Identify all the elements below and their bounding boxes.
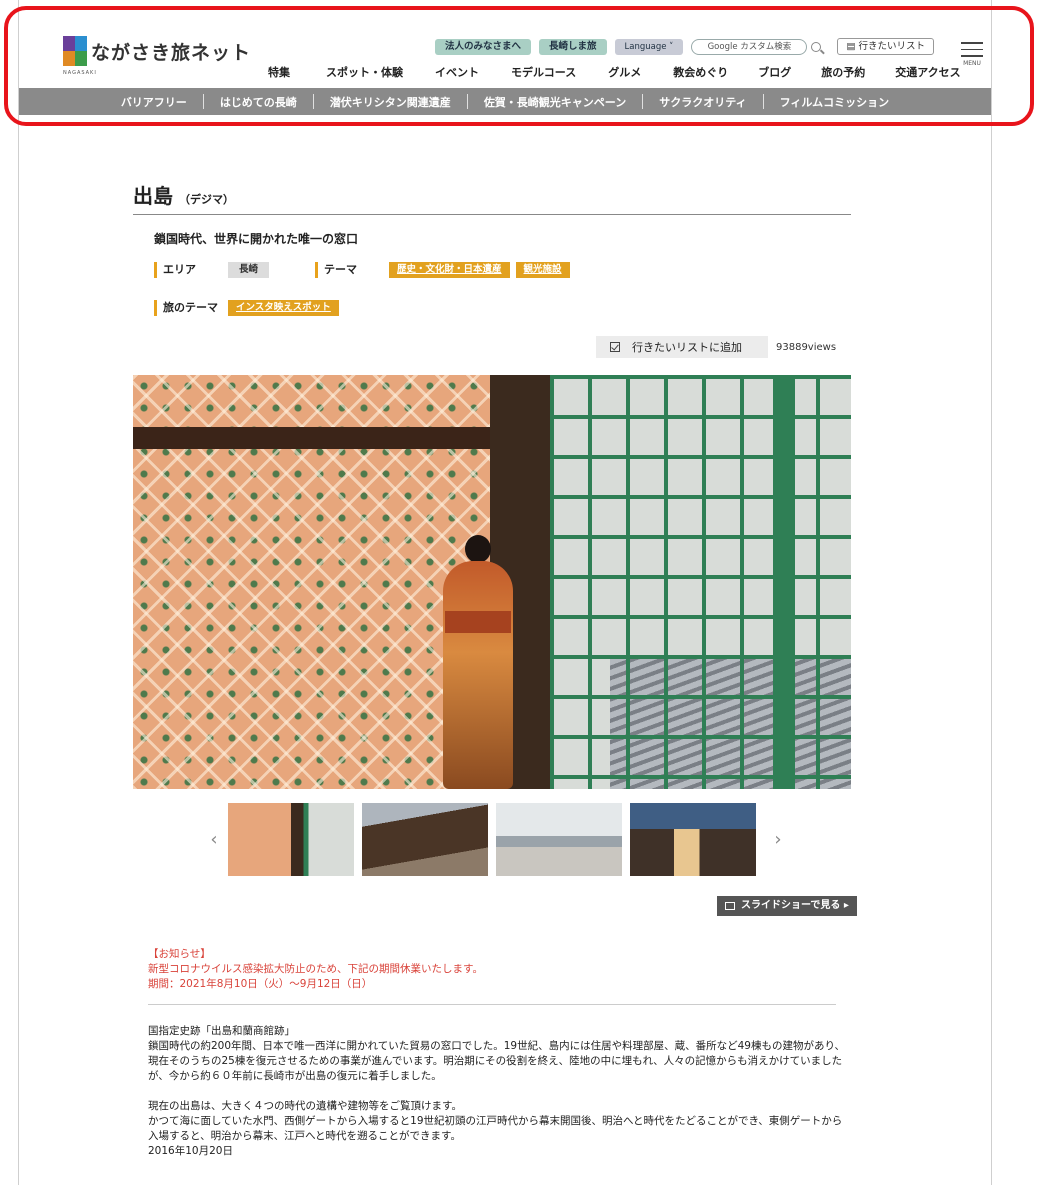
subnav-barrier-free[interactable]: バリアフリー (105, 94, 203, 110)
spot-actions: 行きたいリストに追加 93889views (596, 336, 836, 358)
nav-model-course[interactable]: モデルコース (511, 64, 576, 80)
spot-reading: （デジマ） (179, 193, 234, 206)
desc-p2-text: かつて海に面していた水門、西側ゲートから入場すると19世紀初頭の江戸時代から幕末… (148, 1115, 843, 1142)
desc-p1-title: 国指定史跡「出島和蘭商館跡」 (148, 1025, 295, 1037)
island-trip-link[interactable]: 長崎しま旅 (539, 38, 607, 55)
search-icon[interactable] (811, 41, 822, 52)
subnav-first-nagasaki[interactable]: はじめての長崎 (204, 94, 313, 110)
desc-p2-title: 現在の出島は、大きく４つの時代の遺構や建物等をご覧頂けます。 (148, 1100, 462, 1112)
notice-line1: 新型コロナウイルス感染拡大防止のため、下記の期間休業いたします。 (148, 963, 483, 975)
notice-divider (148, 1004, 836, 1005)
nav-blog[interactable]: ブログ (758, 64, 791, 80)
language-select[interactable]: Language ˅ (614, 38, 684, 55)
theme-tag-history[interactable]: 歴史・文化財・日本遺産 (389, 262, 510, 278)
kimono-woman (433, 535, 523, 789)
thumbnail-strip: ‹ › (200, 803, 792, 876)
nav-events[interactable]: イベント (435, 64, 479, 80)
theme-label: テーマ (315, 262, 357, 278)
desc-date: 2016年10月20日 (148, 1145, 233, 1157)
menu-button[interactable]: MENU (959, 42, 985, 67)
nav-spots[interactable]: スポット・体験 (326, 64, 403, 80)
title-divider (133, 214, 851, 215)
nav-feature[interactable]: 特集 (268, 64, 290, 80)
view-count: 93889views (776, 341, 837, 353)
nav-gourmet[interactable]: グルメ (608, 64, 641, 80)
subnav-hidden-christian[interactable]: 潜伏キリシタン関連遺産 (314, 94, 467, 110)
thumbnail-3[interactable] (496, 803, 622, 876)
add-to-list-button[interactable]: 行きたいリストに追加 (596, 336, 768, 358)
main-nav: 特集 スポット・体験 イベント モデルコース グルメ 教会めぐり ブログ 旅の予… (268, 64, 961, 80)
chevron-right-icon[interactable]: › (764, 829, 792, 850)
notice-heading: 【お知らせ】 (148, 948, 211, 960)
logo-text: ながさき旅ネット (91, 41, 252, 64)
logo-sub: NAGASAKI (63, 70, 97, 76)
subnav-campaign[interactable]: 佐賀・長崎観光キャンペーン (468, 94, 642, 110)
checkbox-icon (610, 342, 620, 352)
site-logo[interactable]: ながさき旅ネット NAGASAKI (63, 36, 252, 76)
thumbnail-1[interactable] (228, 803, 354, 876)
thumbnail-2[interactable] (362, 803, 488, 876)
page-title: 出島 （デジマ） (133, 180, 234, 209)
spot-lead: 鎖国時代、世界に開かれた唯一の窓口 (154, 232, 359, 246)
hamburger-icon (961, 42, 983, 44)
meta-row-trip-theme: 旅のテーマ インスタ映えスポット (154, 300, 339, 316)
screen-icon (725, 902, 735, 910)
add-to-list-label: 行きたいリストに追加 (632, 341, 742, 354)
subnav-sakura-quality[interactable]: サクラクオリティ (643, 94, 762, 110)
wishlist-label: 行きたいリスト (858, 41, 925, 52)
desc-p1-text: 鎖国時代の約200年間、日本で唯一西洋に開かれていた貿易の窓口でした。19世紀、… (148, 1040, 846, 1082)
area-label: エリア (154, 262, 196, 278)
theme-tag-facility[interactable]: 観光施設 (515, 262, 570, 278)
trip-theme-label: 旅のテーマ (154, 300, 218, 316)
nav-churches[interactable]: 教会めぐり (673, 64, 728, 80)
wishlist-button[interactable]: ▤ 行きたいリスト (837, 38, 934, 55)
closure-notice: 【お知らせ】 新型コロナウイルス感染拡大防止のため、下記の期間休業いたします。 … (148, 947, 483, 992)
search-input[interactable]: Google カスタム検索 (691, 38, 808, 55)
meta-row-area: エリア 長崎 テーマ 歴史・文化財・日本遺産 観光施設 (154, 262, 570, 278)
corporate-link[interactable]: 法人のみなさまへ (435, 38, 532, 55)
chevron-left-icon[interactable]: ‹ (200, 829, 228, 850)
sub-nav: バリアフリー はじめての長崎 潜伏キリシタン関連遺産 佐賀・長崎観光キャンペーン… (19, 88, 991, 115)
thumbnail-4[interactable] (630, 803, 756, 876)
notice-line2: 期間：2021年8月10日（火）〜9月12日（日） (148, 978, 373, 990)
logo-mark-icon (63, 36, 87, 66)
trip-theme-tag[interactable]: インスタ映えスポット (228, 300, 339, 316)
area-tag[interactable]: 長崎 (228, 262, 270, 278)
site-header: ながさき旅ネット NAGASAKI 法人のみなさまへ 長崎しま旅 Languag… (19, 22, 991, 88)
subnav-film-commission[interactable]: フィルムコミッション (764, 94, 906, 110)
nav-booking[interactable]: 旅の予約 (821, 64, 865, 80)
description: 国指定史跡「出島和蘭商館跡」 鎖国時代の約200年間、日本で唯一西洋に開かれてい… (148, 1024, 848, 1159)
nav-access[interactable]: 交通アクセス (895, 64, 960, 80)
main-photo[interactable] (133, 375, 851, 789)
utility-bar: 法人のみなさまへ 長崎しま旅 Language ˅ Google カスタム検索 … (435, 38, 934, 55)
menu-label: MENU (963, 59, 981, 67)
spot-title: 出島 (133, 184, 173, 208)
slideshow-button[interactable]: スライドショーで見る ▸ (717, 896, 857, 916)
slideshow-label: スライドショーで見る ▸ (741, 900, 849, 911)
search: Google カスタム検索 (691, 38, 822, 55)
